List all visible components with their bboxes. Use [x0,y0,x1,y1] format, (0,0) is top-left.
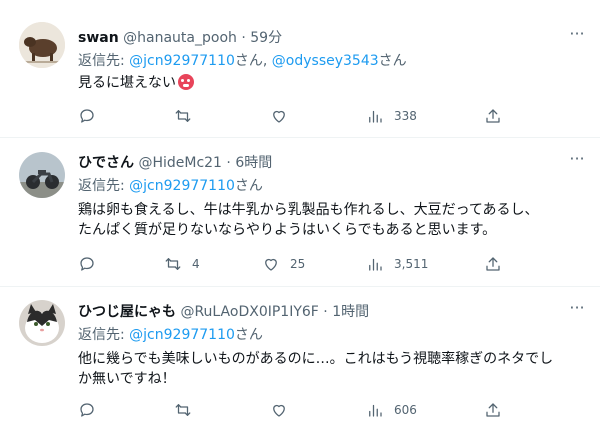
action-bar: 606 [78,400,598,420]
tweet-text-line-1: 他に幾らでも美味しいものがあるのに…。これはもう視聴率稼ぎのネタでし [78,351,554,367]
share-button[interactable] [484,254,502,274]
mention-suffix: さん, [234,53,272,69]
mention-link[interactable]: @jcn92977110 [129,327,235,343]
author-handle[interactable]: @RuLAoDX0IP1IY6F [180,304,318,320]
analytics-icon [369,110,382,123]
tweet-text-line-2: たんぱく質が足りないならやりようはいくらでもあると思います。 [78,222,497,238]
tweet-1[interactable]: swan @hanauta_pooh · 59分 ··· 返信先: @jcn92… [0,0,600,138]
share-button[interactable] [484,106,502,126]
avatar[interactable] [19,152,65,198]
author-name[interactable]: ひでさん [78,155,134,171]
share-icon [486,109,500,123]
reply-button[interactable] [78,254,96,274]
more-options-button[interactable]: ··· [566,151,588,172]
share-button[interactable] [484,400,502,420]
author-handle[interactable]: @HideMc21 [138,155,222,171]
mention-link[interactable]: @odyssey3543 [272,53,379,69]
heart-icon [265,258,277,271]
mention-suffix: さん [234,178,263,194]
separator-dot: · [226,155,231,171]
timestamp[interactable]: 6時間 [235,155,272,171]
weary-face-emoji-icon [178,74,194,90]
mention-suffix: さん [234,327,263,343]
author-handle[interactable]: @hanauta_pooh [123,30,237,46]
mention-suffix: さん [378,53,407,69]
reply-icon [80,109,94,123]
views-count: 338 [394,109,417,123]
tweet-text: 見るに堪えない [78,75,176,91]
tweet-text-line-1: 鶏は卵も食えるし、牛は牛乳から乳製品も作れるし、大豆だってあるし、 [78,202,539,218]
retweet-button[interactable]: 4 [164,254,200,274]
retweet-icon [175,404,191,416]
reply-icon [80,257,94,271]
heart-icon [273,404,285,417]
reply-icon [80,403,94,417]
retweet-button[interactable] [174,106,192,126]
action-bar: 338 [78,106,598,126]
reply-button[interactable] [78,400,96,420]
views-button[interactable]: 338 [366,106,417,126]
reply-button[interactable] [78,106,96,126]
mention-link[interactable]: @jcn92977110 [129,53,235,69]
views-count: 606 [394,403,417,417]
share-icon [486,403,500,417]
share-icon [486,257,500,271]
timestamp[interactable]: 59分 [250,30,282,46]
like-button[interactable]: 25 [262,254,305,274]
timestamp[interactable]: 1時間 [332,304,369,320]
tweet-2[interactable]: ひでさん @HideMc21 · 6時間 ··· 返信先: @jcn929771… [0,137,600,287]
avatar[interactable] [19,22,65,68]
views-button[interactable]: 3,511 [366,254,428,274]
like-button[interactable] [270,400,288,420]
separator-dot: · [241,30,246,46]
tweet-3[interactable]: ひつじ屋にゃも @RuLAoDX0IP1IY6F · 1時間 ··· 返信先: … [0,286,600,442]
views-count: 3,511 [394,257,429,271]
retweet-icon [165,258,181,270]
action-bar: 4 25 3,511 [78,254,598,274]
tweet-text-line-2: か無いですね！ [78,371,176,387]
retweet-button[interactable] [174,400,192,420]
separator-dot: · [323,304,328,320]
like-count: 25 [290,257,306,271]
like-button[interactable] [270,106,288,126]
analytics-icon [369,404,382,417]
views-button[interactable]: 606 [366,400,417,420]
avatar[interactable] [19,300,65,346]
reply-prefix: 返信先: [78,53,130,69]
author-name[interactable]: swan [78,30,119,46]
mention-link[interactable]: @jcn92977110 [129,178,235,194]
more-options-button[interactable]: ··· [566,26,588,47]
retweet-icon [175,110,191,122]
analytics-icon [369,258,382,271]
author-name[interactable]: ひつじ屋にゃも [78,304,176,320]
heart-icon [273,110,285,123]
reply-prefix: 返信先: [78,327,130,343]
reply-prefix: 返信先: [78,178,130,194]
retweet-count: 4 [192,257,200,271]
more-options-button[interactable]: ··· [566,300,588,321]
